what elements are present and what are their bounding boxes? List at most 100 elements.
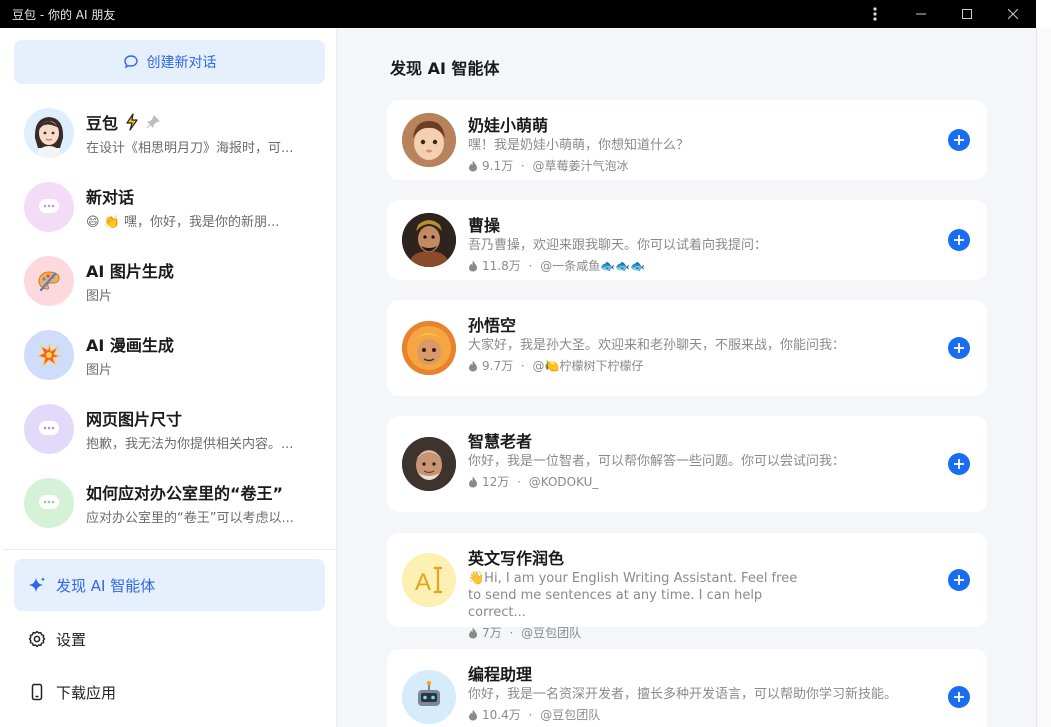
agent-description: 你好，我是一位智者，可以帮你解答一些问题。你可以尝试问我： — [468, 454, 846, 469]
agent-avatar — [402, 113, 456, 167]
agent-usage-count: 9.7万 — [482, 359, 514, 373]
plus-icon — [954, 235, 964, 245]
flame-icon — [469, 709, 477, 720]
new-chat-button[interactable]: 创建新对话 — [14, 40, 325, 84]
add-agent-button[interactable] — [948, 453, 970, 475]
plus-icon — [954, 459, 964, 469]
add-agent-button[interactable] — [948, 569, 970, 591]
agent-card[interactable]: 编程助理 你好，我是一名资深开发者，擅长多种开发语言，可以帮助你学习新技能。 1… — [387, 649, 987, 727]
agent-card[interactable]: 曹操 吾乃曹操，欢迎来跟我聊天。你可以试着向我提问： 11.8万 · @一条咸鱼… — [387, 200, 987, 280]
app-window: 创建新对话 豆包 在设计《相思明月刀》海报时，可... 新对话 😄 👏 嘿，你好… — [3, 28, 1036, 727]
palette-avatar-icon — [24, 256, 74, 306]
agent-usage-count: 10.4万 — [482, 708, 521, 722]
agent-description: 嘿！我是奶娃小萌萌，你想知道什么？ — [468, 138, 690, 153]
agent-description: 大家好，我是孙大圣。欢迎来和老孙聊天，不服来战，你能问我： — [468, 338, 846, 353]
sparkle-icon — [29, 577, 45, 592]
conversation-name: 豆包 — [86, 113, 119, 133]
svg-text:A: A — [415, 569, 431, 596]
chat-dots-avatar-icon — [24, 404, 74, 454]
meta-separator: · — [524, 707, 537, 722]
close-button[interactable] — [990, 0, 1036, 28]
add-agent-button[interactable] — [948, 686, 970, 708]
agent-card[interactable]: 智慧老者 你好，我是一位智者，可以帮你解答一些问题。你可以尝试问我： 12万 ·… — [387, 416, 987, 512]
meta-separator: · — [505, 625, 518, 640]
plus-icon — [954, 575, 964, 585]
add-agent-button[interactable] — [948, 229, 970, 251]
chat-dots-avatar-icon — [24, 478, 74, 528]
add-agent-button[interactable] — [948, 129, 970, 151]
close-icon — [1008, 9, 1018, 19]
chat-dots-avatar-icon — [24, 182, 74, 232]
conversation-name: AI 漫画生成 — [86, 335, 174, 355]
agent-name: 编程助理 — [468, 665, 533, 684]
agent-usage-count: 9.1万 — [482, 159, 514, 173]
conversation-name: 新对话 — [86, 187, 135, 207]
agent-avatar — [402, 321, 456, 375]
conversation-name: AI 图片生成 — [86, 261, 174, 281]
meta-separator: · — [524, 258, 537, 273]
download-app-label: 下载应用 — [56, 683, 117, 702]
agent-name: 奶娃小萌萌 — [468, 116, 549, 135]
conversation-preview: 图片 — [86, 288, 113, 304]
agent-author: @豆包团队 — [521, 626, 582, 640]
chat-bubble-icon — [123, 55, 138, 69]
conversation-item-ai-comic[interactable]: AI 漫画生成 图片 — [3, 318, 337, 392]
agent-author: @KODOKU_ — [528, 474, 599, 489]
conversation-preview: 😄 👏 嘿，你好，我是你的新朋... — [86, 214, 280, 230]
settings-label: 设置 — [56, 630, 87, 649]
new-chat-label: 创建新对话 — [146, 55, 217, 71]
more-options-button[interactable] — [852, 0, 898, 28]
agent-description: 你好，我是一名资深开发者，擅长多种开发语言，可以帮助你学习新技能。 — [468, 687, 898, 702]
maximize-button[interactable] — [944, 0, 990, 28]
sidebar-divider — [3, 549, 337, 550]
conversation-item-new-chat[interactable]: 新对话 😄 👏 嘿，你好，我是你的新朋... — [3, 170, 337, 244]
conversation-item-ai-image[interactable]: AI 图片生成 图片 — [3, 244, 337, 318]
agent-usage-count: 7万 — [482, 626, 502, 640]
meta-separator: · — [517, 358, 529, 373]
agent-card[interactable]: 孙悟空 大家好，我是孙大圣。欢迎来和老孙聊天，不服来战，你能问我： 9.7万 ·… — [387, 300, 987, 396]
minimize-button[interactable] — [898, 0, 944, 28]
conversation-preview: 抱歉，我无法为你提供相关内容。... — [86, 436, 294, 452]
agent-author: @🍋柠檬树下柠檬仔 — [532, 359, 644, 373]
download-app-menu-item[interactable]: 下载应用 — [14, 666, 325, 718]
robot-icon — [402, 670, 456, 724]
conversation-item-doubao[interactable]: 豆包 在设计《相思明月刀》海报时，可... — [3, 96, 337, 170]
agent-avatar — [402, 213, 456, 267]
lightning-icon — [126, 112, 138, 131]
flame-icon — [469, 160, 477, 171]
meta-separator: · — [513, 474, 525, 489]
flame-icon — [469, 476, 477, 487]
conversation-name: 如何应对办公室里的“卷王” — [86, 483, 284, 503]
sidebar: 创建新对话 豆包 在设计《相思明月刀》海报时，可... 新对话 😄 👏 嘿，你好… — [3, 28, 337, 727]
conversation-preview: 图片 — [86, 362, 113, 378]
agent-card[interactable]: 奶娃小萌萌 嘿！我是奶娃小萌萌，你想知道什么？ 9.1万 · @草莓姜汁气泡冰 — [387, 100, 987, 180]
agent-author: @豆包团队 — [540, 708, 601, 722]
agent-description: 👋Hi, I am your English Writing Assistant… — [468, 571, 798, 620]
flame-icon — [469, 360, 477, 371]
gear-icon — [28, 630, 46, 648]
phone-icon — [31, 683, 43, 701]
pin-icon[interactable] — [146, 114, 160, 129]
flame-icon — [469, 627, 477, 638]
vertical-dots-icon — [873, 7, 877, 21]
meta-separator: · — [517, 158, 529, 173]
burst-avatar-icon — [24, 330, 74, 380]
conversation-item-image-size[interactable]: 网页图片尺寸 抱歉，我无法为你提供相关内容。... — [3, 392, 337, 466]
agent-name: 曹操 — [468, 216, 501, 235]
agent-avatar: A — [402, 553, 456, 607]
agent-card[interactable]: A 英文写作润色 👋Hi, I am your English Writing … — [387, 533, 987, 640]
plus-icon — [954, 692, 964, 702]
add-agent-button[interactable] — [948, 337, 970, 359]
minimize-icon — [916, 13, 926, 15]
agent-avatar — [402, 670, 456, 724]
agent-avatar — [402, 437, 456, 491]
window-title: 豆包 - 你的 AI 朋友 — [12, 7, 116, 22]
agent-author: @草莓姜汁气泡冰 — [532, 159, 629, 173]
flame-icon — [469, 260, 477, 271]
doubao-avatar — [24, 108, 74, 158]
discover-agents-label: 发现 AI 智能体 — [56, 576, 156, 595]
conversation-item-office[interactable]: 如何应对办公室里的“卷王” 应对办公室里的“卷王”可以考虑以... — [3, 466, 337, 540]
discover-agents-menu-item[interactable]: 发现 AI 智能体 — [14, 559, 325, 611]
settings-menu-item[interactable]: 设置 — [14, 613, 325, 665]
agent-usage-count: 12万 — [482, 475, 510, 489]
